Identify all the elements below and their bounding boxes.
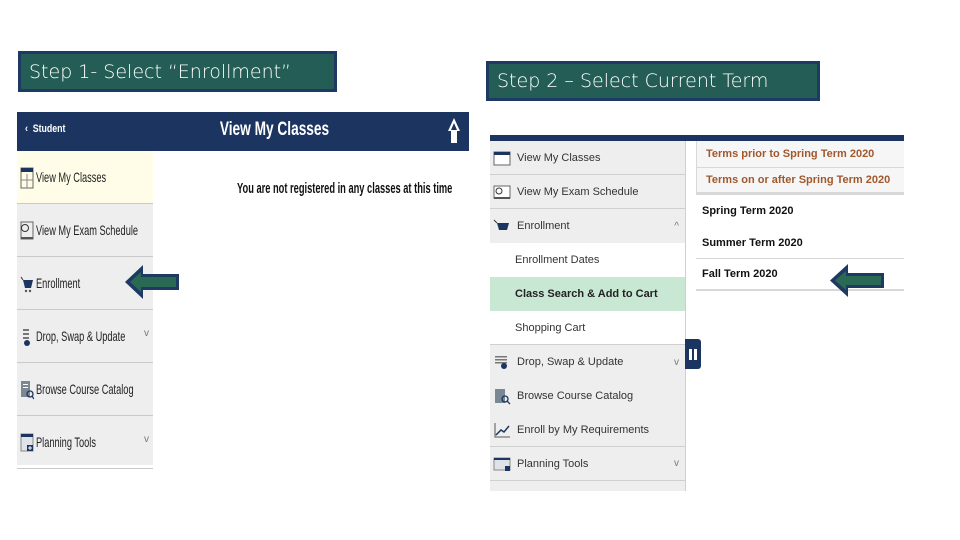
header-bar: ‹ Student View My Classes — [17, 112, 469, 151]
chevron-down-icon[interactable]: v — [144, 328, 149, 339]
sidebar-item-label: Browse Course Catalog — [517, 390, 634, 402]
sidebar: View My Classes View My Exam Schedule En… — [17, 151, 153, 469]
sidebar-item-enroll-by-my-requirements[interactable]: Enroll by My Requirements — [490, 413, 685, 447]
sidebar-item-label: Browse Course Catalog — [36, 381, 134, 397]
chevron-up-icon[interactable]: ^ — [674, 221, 679, 232]
catalog-icon — [495, 389, 511, 405]
sidebar-item-view-my-classes[interactable]: View My Classes — [490, 141, 685, 175]
pause-bar-icon — [689, 348, 692, 360]
exam-schedule-icon — [493, 185, 511, 199]
step1-label: Step 1- Select “Enrollment” — [18, 51, 337, 92]
home-icon[interactable] — [446, 117, 462, 145]
terms-on-or-after-header[interactable]: Terms on or after Spring Term 2020 — [696, 168, 904, 195]
step2-text: Step 2 – Select Current Term — [497, 70, 769, 92]
chevron-down-icon[interactable]: v — [674, 357, 679, 368]
sidebar-item-label: Enroll by My Requirements — [517, 423, 650, 436]
catalog-icon — [21, 381, 34, 400]
drop-swap-icon — [23, 329, 30, 346]
cart-icon — [20, 276, 33, 293]
sidebar-item-browse-course-catalog[interactable]: Browse Course Catalog — [17, 363, 153, 416]
chevron-down-icon[interactable]: v — [144, 434, 149, 445]
sidebar-item-label: View My Exam Schedule — [517, 185, 639, 198]
step2-label: Step 2 – Select Current Term — [486, 61, 820, 101]
sidebar-item-label: View My Exam Schedule — [36, 222, 139, 238]
term-spring-2020[interactable]: Spring Term 2020 — [696, 195, 904, 227]
sidebar-item-label: View My Classes — [517, 151, 601, 164]
chart-line-icon — [494, 422, 510, 437]
sidebar-item-planning-tools[interactable]: Planning Tools v — [17, 416, 153, 469]
calendar-icon — [20, 167, 34, 189]
step1-text: Step 1- Select “Enrollment” — [29, 60, 291, 83]
sidebar-item-enrollment[interactable]: Enrollment ^ — [490, 209, 685, 243]
sidebar-item-label: Planning Tools — [36, 434, 96, 450]
sidebar-item-label: Drop, Swap & Update — [36, 328, 126, 344]
pause-bar-icon — [694, 348, 697, 360]
pointer-arrow-icon — [125, 265, 179, 299]
sidebar-item-label: Planning Tools — [517, 457, 589, 470]
planning-icon — [20, 433, 34, 452]
enrollment-screenshot: View My Classes View My Exam Schedule En… — [490, 135, 905, 491]
collapse-sidebar-button[interactable] — [685, 339, 701, 369]
cart-icon — [493, 219, 509, 230]
sidebar-item-view-my-exam-schedule[interactable]: View My Exam Schedule — [17, 204, 153, 257]
chevron-left-icon: ‹ — [25, 123, 28, 135]
no-classes-message: You are not registered in any classes at… — [237, 180, 453, 197]
back-label: Student — [32, 123, 66, 135]
sidebar-item-label: Enrollment — [517, 220, 570, 232]
sidebar-item-label: View My Classes — [36, 169, 107, 185]
sidebar-item-label: Enrollment — [36, 275, 81, 291]
sidebar-item-drop-swap-update[interactable]: Drop, Swap & Update v — [17, 310, 153, 363]
planning-icon — [493, 457, 511, 471]
sidebar-item-planning-tools[interactable]: Planning Tools v — [490, 447, 685, 481]
exam-schedule-icon — [20, 221, 34, 240]
subitem-class-search-add-to-cart[interactable]: Class Search & Add to Cart — [490, 277, 685, 311]
page-title: View My Classes — [219, 119, 330, 140]
chevron-down-icon[interactable]: v — [674, 458, 679, 469]
subitem-enrollment-dates[interactable]: Enrollment Dates — [490, 243, 685, 277]
drop-swap-icon — [495, 356, 507, 369]
sidebar-item-drop-swap-update[interactable]: Drop, Swap & Update v — [490, 345, 685, 379]
pointer-arrow-icon — [830, 264, 884, 297]
sidebar-item-browse-course-catalog[interactable]: Browse Course Catalog — [490, 379, 685, 413]
sidebar-item-label: Drop, Swap & Update — [517, 356, 624, 368]
back-to-student-link[interactable]: ‹ Student — [25, 123, 66, 135]
terms-prior-header[interactable]: Terms prior to Spring Term 2020 — [696, 141, 904, 168]
sidebar: View My Classes View My Exam Schedule En… — [490, 141, 686, 491]
subitem-shopping-cart[interactable]: Shopping Cart — [490, 311, 685, 345]
term-summer-2020[interactable]: Summer Term 2020 — [696, 227, 904, 259]
sidebar-item-view-my-classes[interactable]: View My Classes — [17, 151, 153, 204]
calendar-icon — [493, 151, 511, 165]
view-my-classes-screenshot: ‹ Student View My Classes View My Classe… — [17, 112, 469, 472]
sidebar-item-view-my-exam-schedule[interactable]: View My Exam Schedule — [490, 175, 685, 209]
